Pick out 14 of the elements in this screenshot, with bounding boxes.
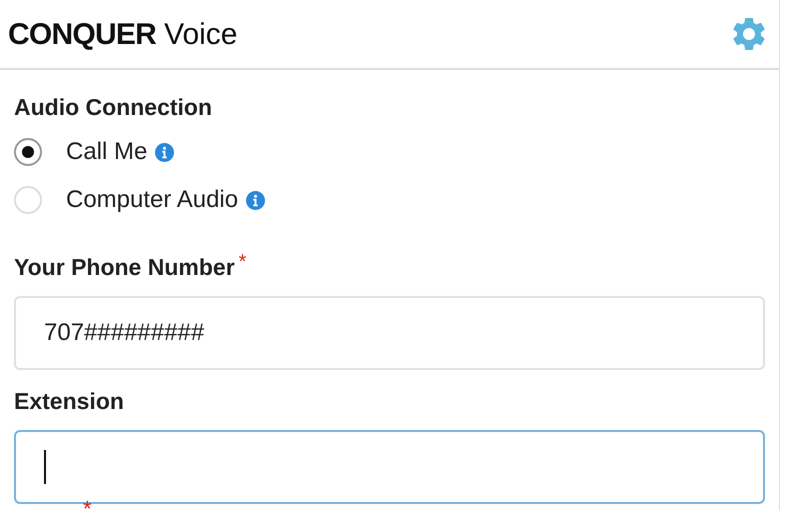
input-field[interactable]: 707######### <box>14 296 765 370</box>
info-icon[interactable] <box>246 190 266 210</box>
required-asterisk: * <box>238 252 246 272</box>
radio-button[interactable] <box>14 138 42 166</box>
brand-logo-text: CONQUER <box>8 16 156 52</box>
brand-subtitle: Voice <box>164 16 238 52</box>
info-icon[interactable] <box>155 142 174 162</box>
field-label: Extension <box>14 387 124 416</box>
radio-label[interactable]: Call Me <box>66 134 148 170</box>
required-asterisk: * <box>83 498 92 510</box>
radio-label[interactable]: Computer Audio <box>66 182 238 218</box>
section-label: Audio Connection <box>14 93 214 122</box>
text-cursor <box>44 450 46 484</box>
field-label: Your Phone Number <box>14 253 235 282</box>
